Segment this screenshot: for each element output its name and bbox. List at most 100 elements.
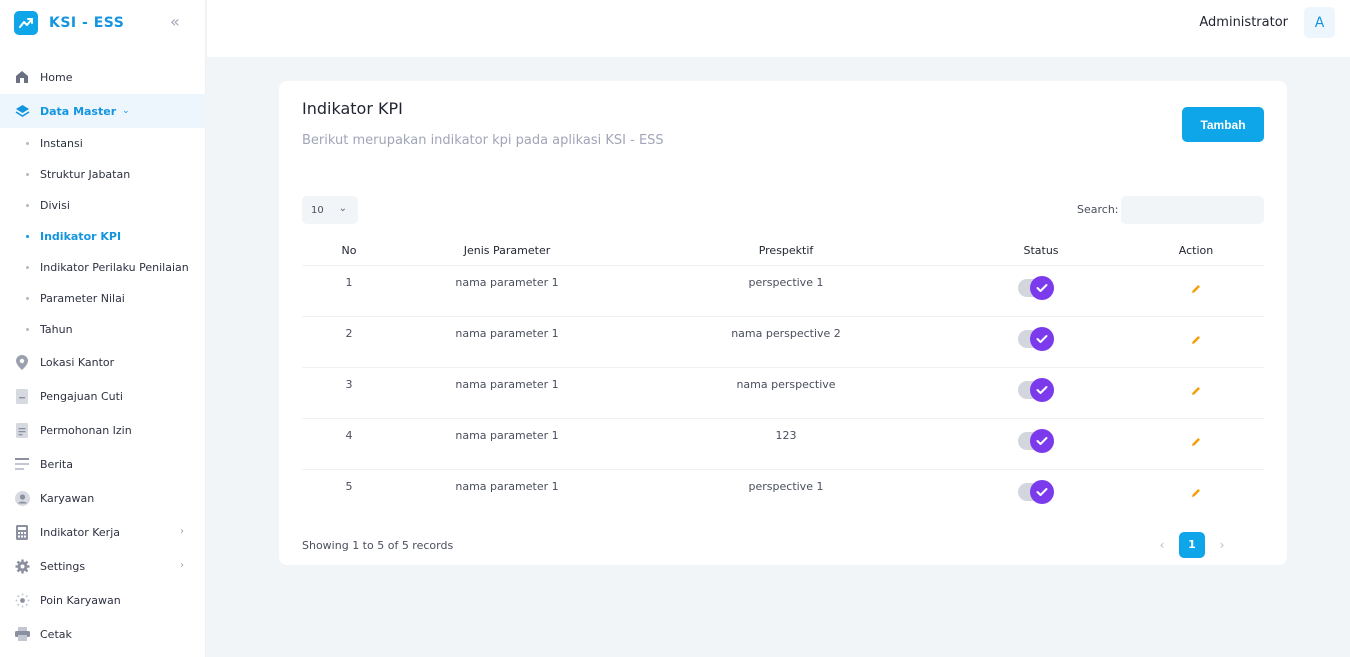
table-row: 1 nama parameter 1 perspective 1	[302, 265, 1264, 317]
brand[interactable]: KSI - ESS	[14, 11, 124, 35]
sidebar-item-settings[interactable]: Settings ›	[0, 549, 206, 583]
sidebar-subitem-divisi[interactable]: Divisi	[0, 190, 206, 221]
cell-jenis-parameter: nama parameter 1	[396, 418, 618, 470]
check-icon	[1030, 275, 1054, 300]
status-toggle[interactable]	[1018, 326, 1054, 351]
column-header-status[interactable]: Status	[954, 237, 1128, 266]
sidebar-item-poin-karyawan[interactable]: Poin Karyawan	[0, 583, 206, 617]
sidebar-subitem-label: Parameter Nilai	[40, 292, 125, 305]
document-icon	[14, 388, 30, 404]
sidebar-item-label: Permohonan Izin	[40, 423, 132, 437]
chevron-right-icon: ›	[180, 526, 184, 537]
search-input[interactable]	[1121, 196, 1264, 224]
cell-no: 1	[302, 265, 396, 317]
table-row: 3 nama parameter 1 nama perspective	[302, 367, 1264, 419]
bullet-dot	[26, 173, 29, 176]
printer-icon	[14, 626, 30, 642]
sidebar-item-berita[interactable]: Berita	[0, 447, 206, 481]
sidebar-item-label: Settings	[40, 559, 86, 573]
cell-status	[954, 265, 1128, 317]
chevron-right-icon: ›	[180, 560, 184, 571]
sidebar-subitem-instansi[interactable]: Instansi	[0, 128, 206, 159]
column-header-no[interactable]: No	[302, 237, 396, 266]
cell-status	[954, 469, 1128, 520]
news-icon	[14, 456, 30, 472]
cell-prespektif: perspective 1	[748, 479, 824, 493]
sidebar-item-home[interactable]: Home	[0, 60, 206, 94]
sidebar-subitem-indikator-kpi[interactable]: Indikator KPI	[0, 221, 206, 252]
bullet-dot	[26, 235, 29, 238]
sidebar-item-lokasi-kantor[interactable]: Lokasi Kantor	[0, 345, 206, 379]
sidebar-item-karyawan[interactable]: Karyawan	[0, 481, 206, 515]
pagination-next-icon[interactable]: ›	[1209, 532, 1235, 558]
cell-prespektif: perspective 1	[618, 265, 954, 317]
sidebar-item-label: Lokasi Kantor	[40, 355, 115, 369]
user-name[interactable]: Administrator	[1199, 15, 1288, 30]
status-toggle[interactable]	[1018, 428, 1054, 453]
column-header-jenis-parameter[interactable]: Jenis Parameter	[396, 237, 618, 266]
pagination-page-button[interactable]: 1	[1179, 531, 1205, 558]
cell-action	[1128, 316, 1264, 368]
sidebar-item-label: Home	[40, 70, 73, 84]
sidebar-item-indikator-kerja[interactable]: Indikator Kerja ›	[0, 515, 206, 549]
check-icon	[1030, 326, 1054, 351]
sidebar-nav: Home Data Master ⌄ Instansi Struktur Jab…	[0, 60, 206, 651]
check-icon	[1030, 377, 1054, 402]
cell-no: 2	[302, 316, 396, 368]
check-icon	[1030, 428, 1054, 453]
sidebar-subitem-parameter-nilai[interactable]: Parameter Nilai	[0, 283, 206, 314]
avatar[interactable]: A	[1304, 7, 1335, 38]
edit-pencil-icon[interactable]	[1189, 334, 1203, 348]
layers-icon	[14, 103, 30, 119]
chevron-down-icon: ⌄	[122, 106, 130, 116]
sidebar-item-label: Indikator Kerja	[40, 525, 120, 539]
cell-status	[954, 418, 1128, 470]
table-header-row: No Jenis Parameter Prespektif Status Act…	[302, 237, 1264, 266]
sidebar-item-label: Cetak	[40, 627, 72, 641]
edit-pencil-icon[interactable]	[1189, 436, 1203, 450]
page-length-select[interactable]: 10 ⌄	[302, 196, 358, 224]
sidebar-subitem-tahun[interactable]: Tahun	[0, 314, 206, 345]
cell-action	[1128, 418, 1264, 470]
page-subtitle: Berikut merupakan indikator kpi pada apl…	[302, 133, 664, 148]
sidebar-subitem-struktur-jabatan[interactable]: Struktur Jabatan	[0, 159, 206, 190]
collapse-sidebar-icon[interactable]: «	[170, 14, 184, 30]
column-header-action: Action	[1128, 237, 1264, 266]
sidebar-item-label: Berita	[40, 457, 73, 471]
cell-no: 5	[345, 479, 353, 493]
cell-jenis-parameter: nama parameter 1	[396, 265, 618, 317]
sidebar-item-permohonan-izin[interactable]: Permohonan Izin	[0, 413, 206, 447]
cell-prespektif: 123	[618, 418, 954, 470]
edit-pencil-icon[interactable]	[1189, 487, 1203, 501]
sidebar-item-label: Karyawan	[40, 491, 95, 505]
column-header-prespektif[interactable]: Prespektif	[618, 237, 954, 266]
bullet-dot	[26, 204, 29, 207]
bullet-dot	[26, 328, 29, 331]
cell-jenis-parameter: nama parameter 1	[455, 479, 559, 493]
sidebar-item-label: Poin Karyawan	[40, 593, 121, 607]
cell-action	[1128, 367, 1264, 419]
status-toggle[interactable]	[1018, 275, 1054, 300]
cell-action	[1128, 265, 1264, 317]
cell-action	[1128, 469, 1264, 520]
table-row: 2 nama parameter 1 nama perspective 2	[302, 316, 1264, 368]
app-title: KSI - ESS	[49, 15, 125, 31]
cell-prespektif: nama perspective	[618, 367, 954, 419]
sidebar-item-cetak[interactable]: Cetak	[0, 617, 206, 651]
sidebar-item-pengajuan-cuti[interactable]: Pengajuan Cuti	[0, 379, 206, 413]
cell-status	[954, 367, 1128, 419]
calculator-icon	[14, 524, 30, 540]
add-button[interactable]: Tambah	[1182, 107, 1264, 142]
cell-jenis-parameter: nama parameter 1	[396, 316, 618, 368]
sidebar-subitem-label: Indikator Perilaku Penilaian	[40, 261, 189, 274]
status-toggle[interactable]	[1018, 479, 1054, 504]
sidebar-item-data-master[interactable]: Data Master ⌄	[0, 94, 206, 128]
edit-pencil-icon[interactable]	[1189, 283, 1203, 297]
cell-no: 3	[302, 367, 396, 419]
sidebar-subitem-indikator-perilaku-penilaian[interactable]: Indikator Perilaku Penilaian	[0, 252, 206, 283]
status-toggle[interactable]	[1018, 377, 1054, 402]
table-row: 5 nama parameter 1 perspective 1	[302, 469, 1264, 520]
edit-pencil-icon[interactable]	[1189, 385, 1203, 399]
pagination-prev-icon[interactable]: ‹	[1149, 532, 1175, 558]
top-header: Administrator A	[207, 0, 1350, 57]
